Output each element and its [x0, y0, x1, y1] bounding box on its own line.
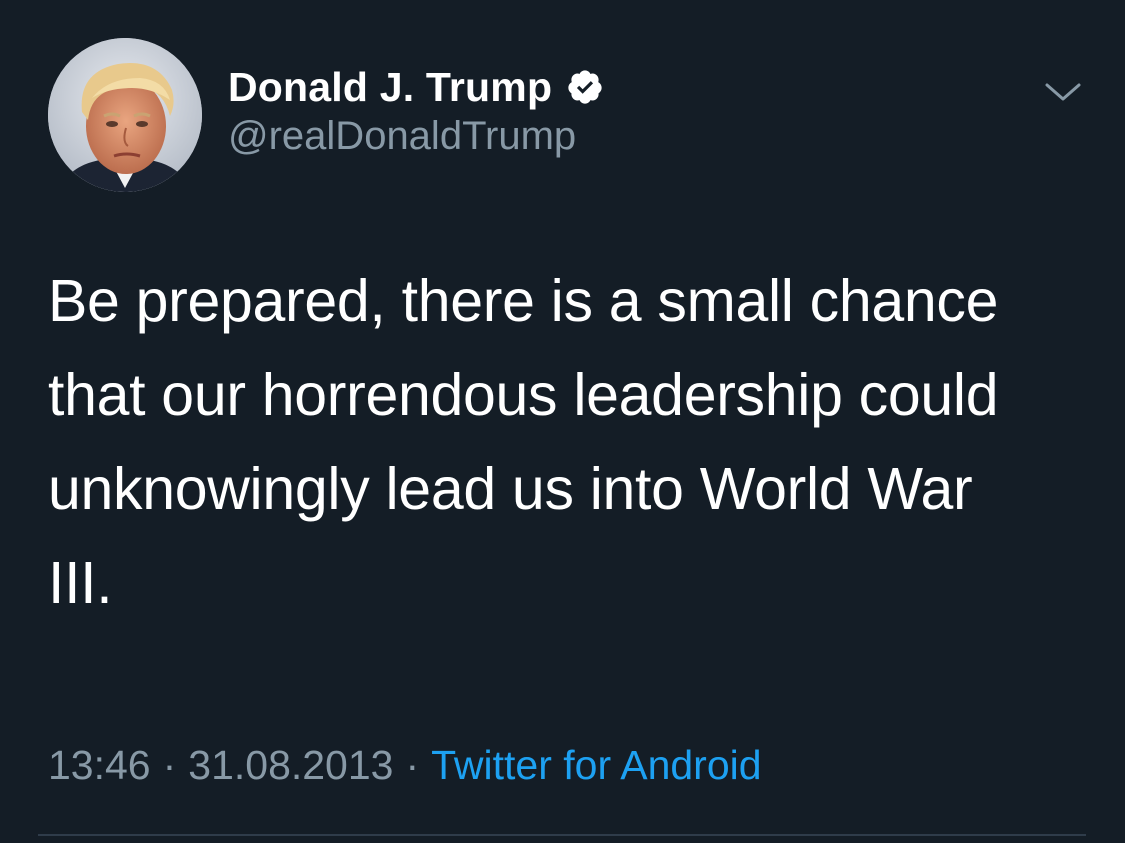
author-handle[interactable]: @realDonaldTrump: [228, 114, 576, 159]
verified-badge-icon: [566, 68, 604, 106]
tweet-text: Be prepared, there is a small chance tha…: [48, 254, 1098, 630]
metadata-separator: ·: [162, 742, 177, 788]
author-name-row[interactable]: Donald J. Trump: [228, 62, 604, 112]
tweet-text-line: Be prepared, there is a small chance: [48, 268, 999, 334]
avatar[interactable]: [48, 38, 202, 192]
author-display-name[interactable]: Donald J. Trump: [228, 64, 552, 111]
tweet-text-line: III.: [48, 550, 113, 616]
tweet-date[interactable]: 31.08.2013: [188, 742, 393, 789]
chevron-down-icon[interactable]: [1042, 74, 1084, 110]
tweet-text-line: that our horrendous leadership could: [48, 362, 999, 428]
metadata-separator: ·: [405, 742, 420, 788]
tweet-card: Donald J. Trump @realDonaldTrump Be prep…: [0, 0, 1125, 843]
tweet-text-line: unknowingly lead us into World War: [48, 456, 973, 522]
tweet-metadata: 13:46 · 31.08.2013 · Twitter for Android: [48, 742, 762, 789]
divider: [38, 834, 1086, 836]
avatar-portrait: [48, 38, 202, 192]
tweet-time[interactable]: 13:46: [48, 742, 151, 789]
tweet-source-link[interactable]: Twitter for Android: [431, 742, 761, 789]
